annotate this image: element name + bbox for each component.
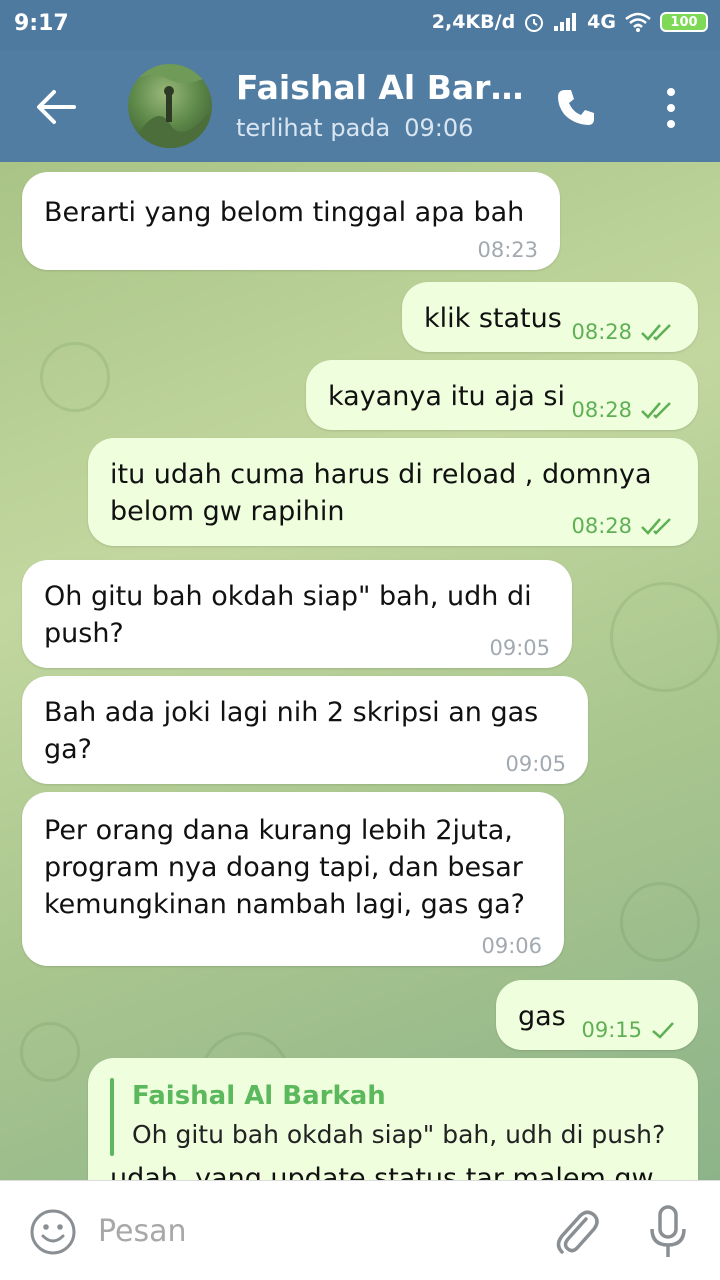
network-speed: 2,4KB/d [431,11,516,33]
message-incoming[interactable]: Oh gitu bah okdah siap" bah, udh di push… [22,560,572,668]
message-meta: 09:05 [489,636,550,660]
message-incoming[interactable]: Berarti yang belom tinggal apa bah 08:23 [22,172,560,270]
message-outgoing[interactable]: kayanya itu aja si 08:28 [306,360,698,430]
message-meta: 08:28 [571,514,676,538]
message-meta: 08:28 [571,398,676,422]
avatar[interactable] [128,64,212,148]
double-check-icon [641,324,671,341]
message-composer [0,1180,720,1280]
message-text: Per orang dana kurang lebih 2juta, progr… [44,815,525,920]
message-incoming[interactable]: Bah ada joki lagi nih 2 skripsi an gas g… [22,676,588,784]
arrow-left-icon[interactable] [30,84,80,130]
wallpaper-doodle [610,582,720,692]
more-vertical-icon[interactable] [656,84,686,132]
message-incoming[interactable]: Per orang dana kurang lebih 2juta, progr… [22,792,564,966]
wallpaper-doodle [40,342,110,412]
message-text: Oh gitu bah okdah siap" bah, udh di push… [44,581,532,649]
wifi-icon [625,12,651,32]
message-outgoing[interactable]: itu udah cuma harus di reload , domnya b… [88,438,698,546]
network-type: 4G [587,11,616,33]
message-time: 09:05 [505,752,566,776]
phone-icon[interactable] [552,84,600,132]
battery-indicator: 100 [660,12,708,32]
status-time: 9:17 [14,11,69,36]
status-bar: 9:17 2,4KB/d 4G 100 [0,0,720,50]
message-meta: 09:05 [505,752,566,776]
message-time: 09:06 [481,934,542,958]
message-text: Berarti yang belom tinggal apa bah [44,197,525,228]
message-time: 08:28 [571,398,632,422]
message-outgoing[interactable]: klik status 08:28 [402,282,698,352]
message-time: 08:28 [571,320,632,344]
message-meta: 08:28 [571,320,676,344]
message-meta: 09:06 [481,934,542,958]
double-check-icon [641,402,671,419]
message-text: Bah ada joki lagi nih 2 skripsi an gas g… [44,697,539,765]
wallpaper-doodle [620,882,700,962]
microphone-icon[interactable] [646,1203,690,1261]
reply-sender-name[interactable]: Faishal Al Barkah [132,1078,386,1115]
message-outgoing[interactable]: gas 09:15 [496,980,698,1050]
message-text: udah, yang update status tar malem gw [110,1163,654,1180]
contact-name[interactable]: Faishal Al Bark… [236,68,526,107]
reply-quoted-text[interactable]: Oh gitu bah okdah siap" bah, udh di push… [132,1116,665,1153]
message-meta: 08:23 [477,238,538,262]
emoji-icon[interactable] [28,1207,78,1257]
double-check-icon [641,518,671,535]
message-input[interactable] [98,1211,528,1251]
message-time: 08:28 [571,514,632,538]
last-seen-time: 09:06 [404,114,474,142]
last-seen-status: terlihat pada 09:06 [236,114,473,142]
message-meta: 09:15 [581,1018,676,1042]
reply-accent-bar [110,1078,114,1156]
message-time: 09:15 [581,1018,642,1042]
message-outgoing-reply[interactable]: Faishal Al Barkah Oh gitu bah okdah siap… [88,1058,698,1180]
paperclip-icon[interactable] [552,1205,600,1259]
status-icons: 2,4KB/d 4G 100 [432,11,708,33]
last-seen-label: terlihat pada [236,114,391,142]
signal-icon [554,13,577,31]
wallpaper-doodle [20,1022,80,1082]
message-time: 08:23 [477,238,538,262]
check-icon [652,1022,674,1039]
chat-header: Faishal Al Bark… terlihat pada 09:06 [0,50,720,162]
message-time: 09:05 [489,636,550,660]
alarm-icon [525,14,544,32]
message-list[interactable]: Berarti yang belom tinggal apa bah 08:23… [0,162,720,1180]
